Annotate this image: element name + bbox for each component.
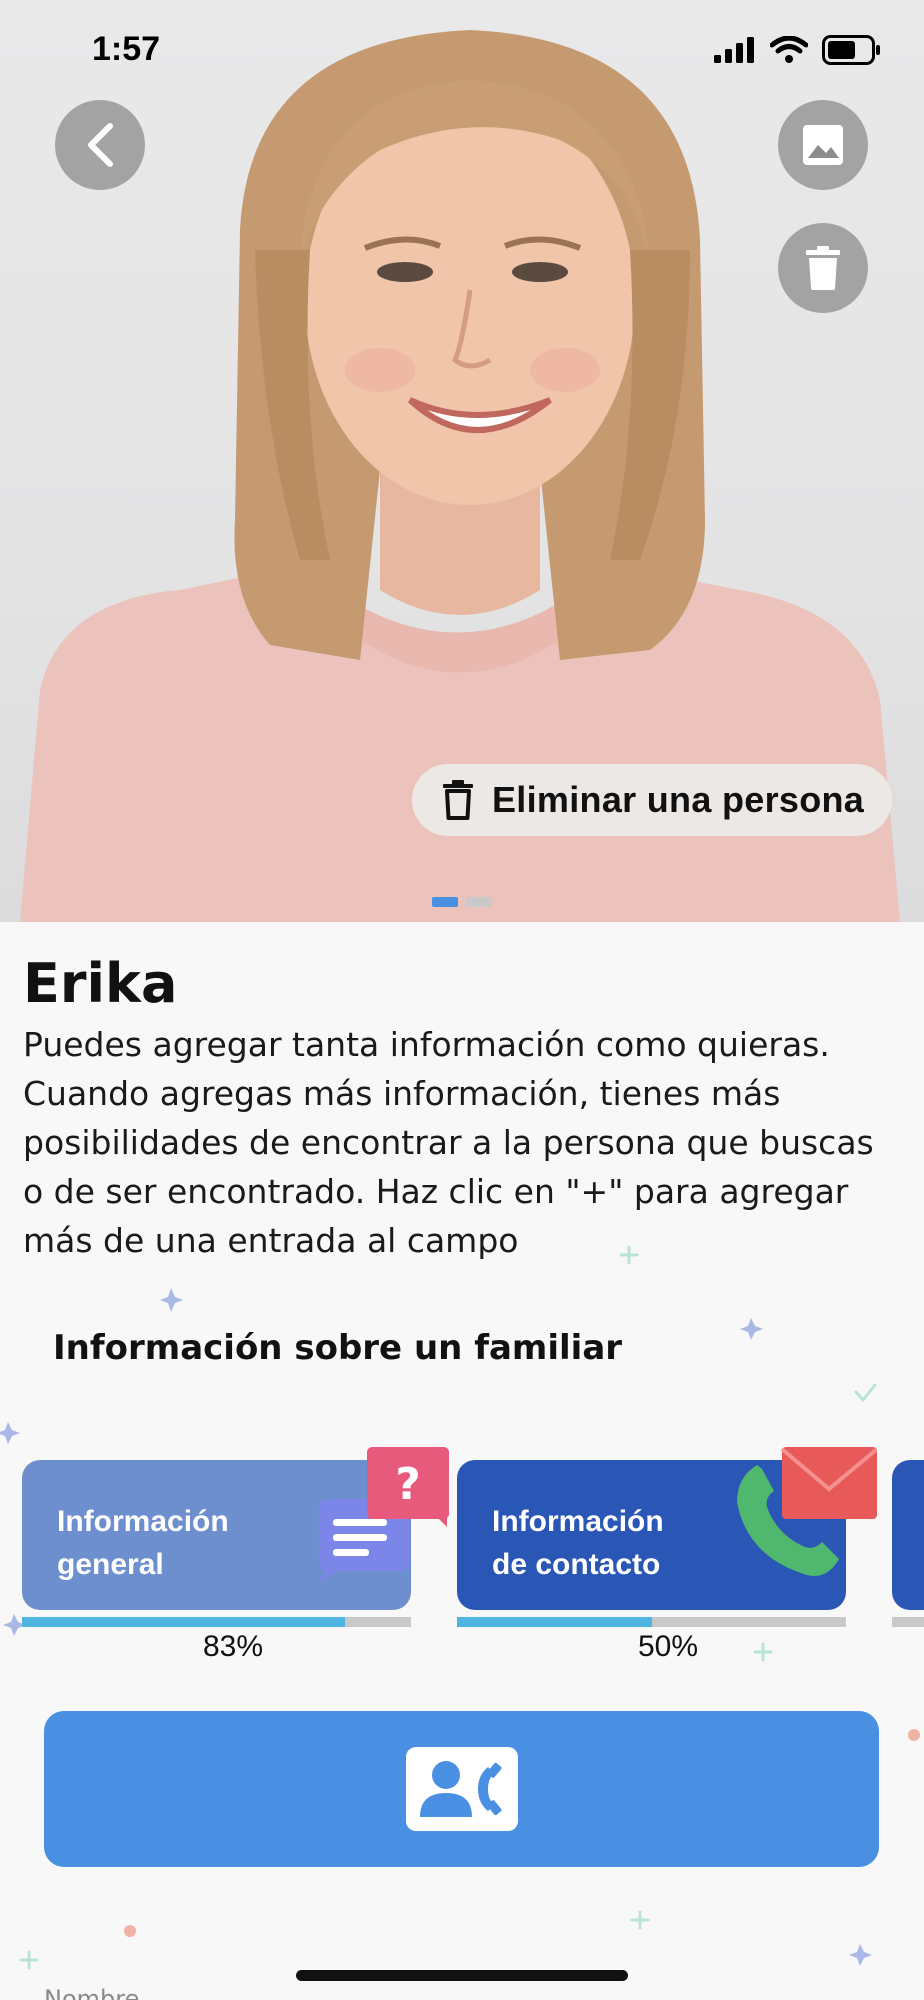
pager-dot[interactable] (466, 897, 492, 907)
general-info-card[interactable]: Información general ? (22, 1447, 449, 1610)
delete-person-label: Eliminar una persona (492, 779, 865, 820)
delete-person-button[interactable]: Eliminar una persona (412, 764, 893, 836)
trash-outline-icon (443, 780, 473, 820)
contact-info-icon (737, 1447, 877, 1576)
svg-text:?: ? (395, 1459, 421, 1510)
progress-fill (457, 1617, 652, 1627)
contact-call-icon-box (405, 1747, 518, 1831)
card-label-line: de contacto (492, 1548, 661, 1581)
card-label-line: Información (492, 1505, 664, 1538)
change-photo-button[interactable] (778, 100, 868, 190)
next-card[interactable] (892, 1460, 924, 1610)
status-time: 1:57 (92, 30, 161, 68)
delete-photo-button[interactable] (778, 223, 868, 313)
profile-description: Puedes agregar tanta información como qu… (23, 1025, 874, 1260)
photo-pager (432, 897, 492, 907)
general-info-percent: 83% (202, 1630, 264, 1663)
general-info-progress (22, 1617, 411, 1627)
back-button[interactable] (55, 100, 145, 190)
card-label-line: Información (57, 1505, 229, 1538)
chevron-left-icon (88, 123, 113, 167)
progress-fill (22, 1617, 345, 1627)
status-bar: 1:57 (0, 0, 924, 100)
person-name: Erika (23, 952, 178, 1015)
wifi-icon (770, 36, 808, 63)
contact-info-percent: 50% (637, 1630, 699, 1663)
profile-photo-carousel[interactable]: 1:57 Eliminar una persona (0, 0, 924, 922)
contact-info-card[interactable]: Información de contacto (457, 1447, 877, 1610)
contact-call-icon (419, 1761, 502, 1817)
trash-icon (806, 246, 840, 290)
section-title: Información sobre un familiar (53, 1328, 623, 1368)
contact-info-progress (457, 1617, 846, 1627)
pager-dot[interactable] (432, 897, 458, 907)
image-icon (803, 125, 843, 165)
battery-icon (822, 35, 880, 65)
card-label: Información de contacto (492, 1500, 664, 1586)
signal-icon (714, 37, 754, 63)
general-info-icon: ? (319, 1447, 449, 1582)
status-icons (714, 34, 880, 66)
next-card-progress (892, 1617, 924, 1627)
contact-person-button[interactable] (44, 1711, 879, 1867)
name-field-label: Nombre (44, 1985, 140, 2000)
home-indicator[interactable] (296, 1970, 628, 1981)
card-label: Información general (57, 1500, 229, 1586)
card-label-line: general (57, 1548, 164, 1581)
